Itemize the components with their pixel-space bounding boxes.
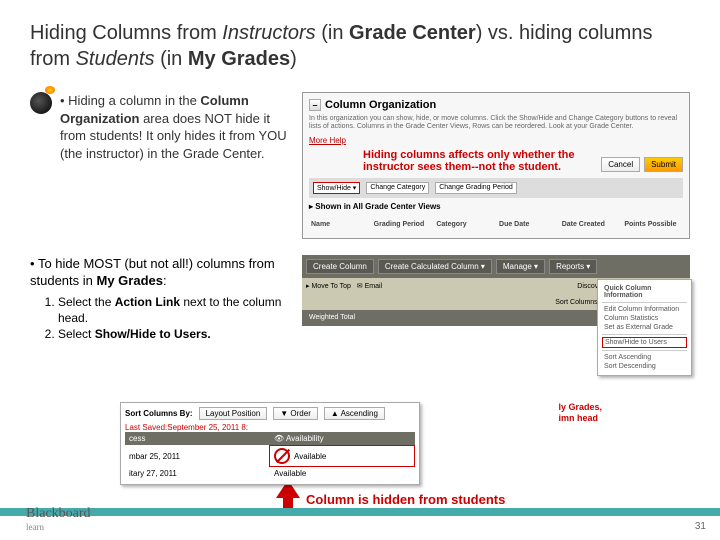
annotation-instructor: Hiding columns affects only whether thei…: [363, 149, 574, 173]
collapse-icon: –: [309, 99, 321, 111]
mygrades-annotation: ly Grades,imn head: [558, 402, 602, 424]
blackboard-logo: Blackboardlearn: [26, 506, 91, 532]
column-menu: Quick Column Information Edit Column Inf…: [597, 279, 692, 376]
grade-center-screenshot: Create Column Create Calculated Column ▾…: [302, 255, 690, 343]
sort-popup-overlay: Sort Columns By: Layout Position ▼ Order…: [120, 402, 420, 485]
create-column-button: Create Column: [306, 259, 374, 274]
showhide-users-item: Show/Hide to Users: [602, 337, 687, 348]
slide-title: Hiding Columns from Instructors (in Grad…: [30, 20, 690, 72]
page-number: 31: [695, 521, 706, 532]
more-help-link: More Help: [309, 136, 683, 145]
hidden-caption: Column is hidden from students: [306, 492, 505, 507]
bullet-2: • To hide MOST (but not all!) columns fr…: [30, 255, 290, 343]
submit-button: Submit: [644, 157, 683, 172]
bullet-1: • Hiding a column in the Column Organiza…: [30, 92, 290, 162]
showhide-button: Show/Hide ▾: [313, 182, 360, 194]
footer-bar: [0, 508, 720, 516]
no-entry-icon: [274, 448, 290, 464]
cancel-button: Cancel: [601, 157, 640, 172]
column-org-screenshot: –Column Organization In this organizatio…: [302, 92, 690, 239]
bomb-icon: [30, 92, 52, 114]
